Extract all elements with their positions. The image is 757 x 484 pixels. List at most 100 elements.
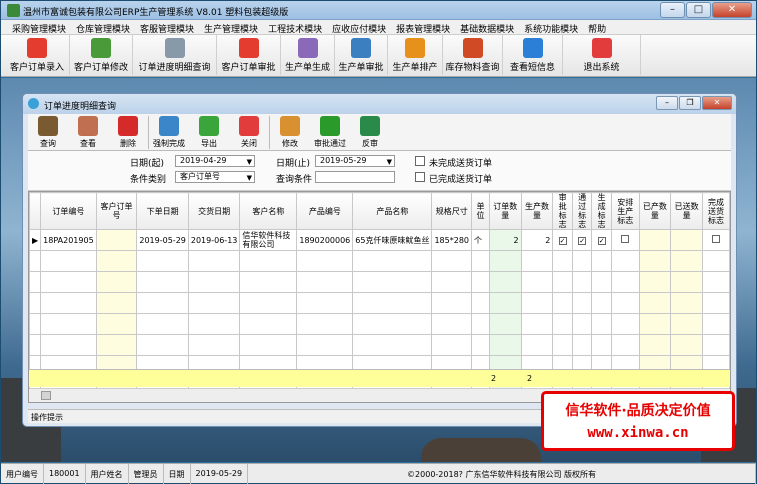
row-indicator-header — [29, 192, 42, 230]
menu-finance[interactable]: 应收应付模块 — [327, 20, 391, 35]
toolbar-label: 订单进度明细查询 — [138, 63, 211, 73]
toolbar-button-4[interactable]: 生产单生成 — [281, 35, 335, 75]
scrollbar-thumb[interactable] — [41, 391, 51, 400]
menu-customer-service[interactable]: 客服管理模块 — [135, 20, 199, 35]
child-tool-button-4[interactable]: 导出 — [189, 114, 229, 151]
table-cell: 2019-06-13 — [187, 229, 241, 251]
toolbar-button-0[interactable]: 客户订单录入 — [5, 35, 70, 75]
empty-cell — [352, 292, 433, 314]
column-header[interactable]: 下单日期 — [136, 192, 189, 230]
empty-cell — [670, 313, 704, 335]
menu-purchase[interactable]: 采购管理模块 — [7, 20, 71, 35]
toolbar-button-9[interactable]: 退出系统 — [563, 35, 641, 75]
column-header[interactable]: 订单编号 — [40, 192, 97, 230]
close-button[interactable]: ✕ — [712, 2, 752, 18]
empty-cell — [702, 313, 730, 335]
child-tool-label: 删除 — [120, 139, 136, 148]
flag-checkbox[interactable]: ✓ — [578, 236, 587, 245]
empty-cell — [670, 292, 704, 314]
order-grid[interactable]: 订单编号 客户订单号 下单日期 交货日期 客户名称 产品编号 产品名称 规格尺寸 单位 订单数量生… — [28, 191, 731, 403]
status-field: 180001 — [44, 464, 86, 484]
child-minimize-button[interactable]: – — [656, 96, 678, 110]
menu-reports[interactable]: 报表管理模块 — [391, 20, 455, 35]
toolbar-button-3[interactable]: 客户订单审批 — [217, 35, 281, 75]
empty-cell — [571, 334, 593, 356]
empty-cell — [638, 334, 672, 356]
column-header[interactable]: 产品编号 — [296, 192, 354, 230]
toolbar-label: 生产单排产 — [392, 63, 438, 73]
feather-icon — [522, 38, 543, 58]
table-cell: 2 — [520, 229, 554, 251]
child-tool-button-8[interactable]: 反审 — [350, 114, 390, 151]
empty-cell — [431, 250, 473, 272]
child-tool-button-1[interactable]: 查看 — [68, 114, 108, 151]
toolbar-button-5[interactable]: 生产单审批 — [335, 35, 388, 75]
status-field: 用户编号 — [1, 464, 44, 484]
condition-type-select[interactable]: 客户订单号 ▼ — [175, 171, 255, 183]
toolbar-button-6[interactable]: 生产单排产 — [388, 35, 443, 75]
table-cell: 个 — [471, 229, 490, 251]
status-field: 用户姓名 — [86, 464, 129, 484]
child-tool-button-5[interactable]: 关闭 — [229, 114, 269, 151]
unfinished-checkbox[interactable] — [415, 156, 425, 166]
finished-label: 已完成送货订单 — [429, 175, 493, 185]
column-header[interactable]: 产品名称 — [352, 192, 433, 230]
empty-cell — [296, 250, 354, 272]
menu-bar: 采购管理模块 仓库管理模块 客服管理模块 生产管理模块 工程技术模块 应收应付模… — [1, 20, 756, 35]
empty-cell — [29, 313, 42, 335]
flag-cell: ✓ — [571, 229, 593, 251]
column-header[interactable]: 客户名称 — [239, 192, 298, 230]
child-tool-button-0[interactable]: 查询 — [28, 114, 68, 151]
maximize-button[interactable]: □ — [686, 2, 711, 18]
date-from-picker[interactable]: 2019-04-29 ▼ — [175, 155, 255, 167]
column-header[interactable]: 完成送货标志 — [702, 192, 730, 230]
column-header[interactable]: 安排生产标志 — [610, 192, 640, 230]
flag-checkbox[interactable]: ✓ — [558, 236, 567, 245]
child-tool-button-7[interactable]: 审批通过 — [310, 114, 350, 151]
toolbar-button-7[interactable]: 库存物料查询 — [443, 35, 503, 75]
column-header[interactable]: 审批标志 — [552, 192, 573, 230]
menu-base-data[interactable]: 基础数据模块 — [455, 20, 519, 35]
condition-input[interactable] — [315, 171, 395, 183]
child-restore-button[interactable]: ❐ — [679, 96, 701, 110]
column-header[interactable]: 生产数量 — [520, 192, 554, 230]
flag-checkbox[interactable] — [621, 235, 630, 243]
finished-checkbox[interactable] — [415, 172, 425, 182]
child-tool-button-3[interactable]: 强制完成 — [149, 114, 189, 151]
menu-production[interactable]: 生产管理模块 — [199, 20, 263, 35]
empty-cell — [187, 334, 241, 356]
flag-cell — [702, 229, 730, 251]
column-header[interactable]: 已产数量 — [638, 192, 672, 230]
menu-help[interactable]: 帮助 — [583, 20, 611, 35]
toolbar-button-1[interactable]: 客户订单修改 — [70, 35, 133, 75]
column-header[interactable]: 单位 — [471, 192, 490, 230]
table-row[interactable]: ▶ 18PA201905 2019-05-29 2019-06-13 信华软件科技有限公… — [29, 229, 730, 251]
toolbar-button-2[interactable]: 订单进度明细查询 — [133, 35, 217, 75]
column-header[interactable]: 生成标志 — [591, 192, 612, 230]
empty-cell — [591, 250, 612, 272]
column-header[interactable]: 订单数量 — [488, 192, 522, 230]
minimize-button[interactable]: – — [660, 2, 685, 18]
flag-checkbox[interactable]: ✓ — [597, 236, 606, 245]
main-window: 温州市富诚包装有限公司ERP生产管理系统 V8.01 塑料包装超级版 – □ ✕… — [0, 0, 757, 484]
promo-slogan: 信华软件·品质决定价值 — [565, 403, 711, 419]
column-header[interactable]: 客户订单号 — [95, 192, 138, 230]
child-tool-button-6[interactable]: 修改 — [270, 114, 310, 151]
flag-checkbox[interactable] — [712, 235, 721, 243]
date-to-picker[interactable]: 2019-05-29 ▼ — [315, 155, 395, 167]
menu-engineering[interactable]: 工程技术模块 — [263, 20, 327, 35]
menu-warehouse[interactable]: 仓库管理模块 — [71, 20, 135, 35]
column-header[interactable]: 规格尺寸 — [431, 192, 473, 230]
checkmark-icon — [320, 116, 340, 136]
column-header[interactable]: 通过标志 — [571, 192, 593, 230]
dropdown-arrow-icon: ▼ — [246, 158, 252, 166]
empty-cell — [40, 292, 97, 314]
column-header[interactable]: 已送数量 — [670, 192, 704, 230]
empty-cell — [296, 334, 354, 356]
child-tool-button-2[interactable]: 删除 — [108, 114, 148, 151]
toolbar-button-8[interactable]: 查看短信息 — [503, 35, 563, 75]
empty-cell — [95, 313, 138, 335]
column-header[interactable]: 交货日期 — [187, 192, 241, 230]
menu-system[interactable]: 系统功能模块 — [519, 20, 583, 35]
child-close-button[interactable]: ✕ — [702, 96, 732, 110]
